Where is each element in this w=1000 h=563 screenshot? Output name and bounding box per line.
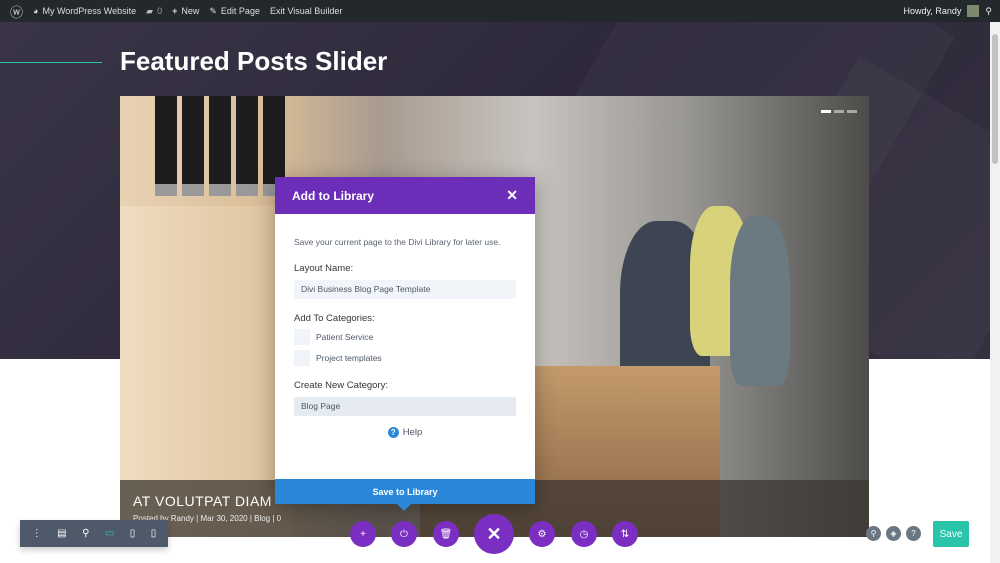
search-icon[interactable]: ⚲ [985, 6, 992, 17]
history-icon[interactable]: ◷ [571, 521, 597, 547]
zoom-icon[interactable]: ⚲ [82, 528, 89, 539]
pencil-icon: ✎ [209, 5, 217, 16]
new-link[interactable]: + New [172, 6, 199, 16]
layers-icon[interactable]: ◈ [886, 526, 901, 541]
close-builder-icon[interactable]: ✕ [474, 514, 514, 554]
plus-icon: + [172, 6, 178, 16]
page-title: Featured Posts Slider [120, 46, 388, 76]
help-icon[interactable]: ? [906, 526, 921, 541]
add-icon[interactable]: + [350, 521, 376, 547]
categories-label: Add To Categories: [294, 313, 375, 324]
site-link[interactable]: ◕ My WordPress Website [33, 6, 136, 16]
exit-visual-builder-link[interactable]: Exit Visual Builder [270, 6, 342, 16]
comments-link[interactable]: ▰ 0 [146, 6, 162, 17]
comment-icon: ▰ [146, 5, 154, 16]
help-link[interactable]: ? Help [294, 427, 516, 438]
trash-icon[interactable]: 🗑 [433, 521, 459, 547]
portability-icon[interactable]: ⇅ [612, 521, 638, 547]
slide-title[interactable]: AT VOLUTPAT DIAM [133, 493, 272, 509]
add-to-library-modal: Add to Library ✕ Save your current page t… [275, 177, 535, 511]
layout-name-label: Layout Name: [294, 263, 354, 274]
tablet-view-icon[interactable]: ▯ [130, 528, 136, 539]
power-icon[interactable]: ⏻ [391, 521, 417, 547]
scrollbar[interactable] [990, 22, 1000, 563]
category-checkbox[interactable]: Project templates [294, 349, 516, 366]
slider-pagination[interactable] [821, 110, 857, 113]
edit-page-link[interactable]: ✎ Edit Page [209, 6, 260, 17]
save-button[interactable]: Save [933, 521, 969, 547]
search-icon[interactable]: ⚲ [866, 526, 881, 541]
layout-name-input[interactable]: Divi Business Blog Page Template [294, 280, 516, 299]
admin-bar: ⓦ ◕ My WordPress Website ▰ 0 + New ✎ Edit Pa… [0, 0, 1000, 22]
close-icon[interactable]: ✕ [506, 187, 518, 204]
new-category-label: Create New Category: [294, 380, 388, 391]
help-icon: ? [387, 427, 399, 438]
account-link[interactable]: Howdy, Randy [904, 6, 962, 16]
category-checkbox[interactable]: Patient Service [294, 328, 516, 345]
phone-view-icon[interactable]: ▯ [151, 528, 157, 539]
wireframe-icon[interactable]: ▤ [57, 528, 66, 539]
new-category-input[interactable]: Blog Page [294, 397, 516, 416]
dashboard-icon: ◕ [33, 6, 39, 16]
wordpress-logo-icon[interactable]: ⓦ [10, 2, 23, 21]
menu-dots-icon[interactable]: ⋮ [32, 528, 42, 539]
desktop-view-icon[interactable]: ▭ [105, 528, 114, 539]
checkbox[interactable] [294, 349, 310, 366]
avatar[interactable] [967, 5, 980, 17]
modal-title: Add to Library [292, 188, 375, 203]
page-settings-toolbar: ⋮ ▤ ⚲ ▭ ▯ ▯ [20, 520, 168, 547]
accent-line [0, 62, 102, 63]
checkbox[interactable] [294, 328, 310, 345]
save-to-library-button[interactable]: Save to Library [275, 479, 535, 511]
settings-icon[interactable]: ⚙ [529, 521, 555, 547]
modal-description: Save your current page to the Divi Libra… [294, 237, 501, 247]
